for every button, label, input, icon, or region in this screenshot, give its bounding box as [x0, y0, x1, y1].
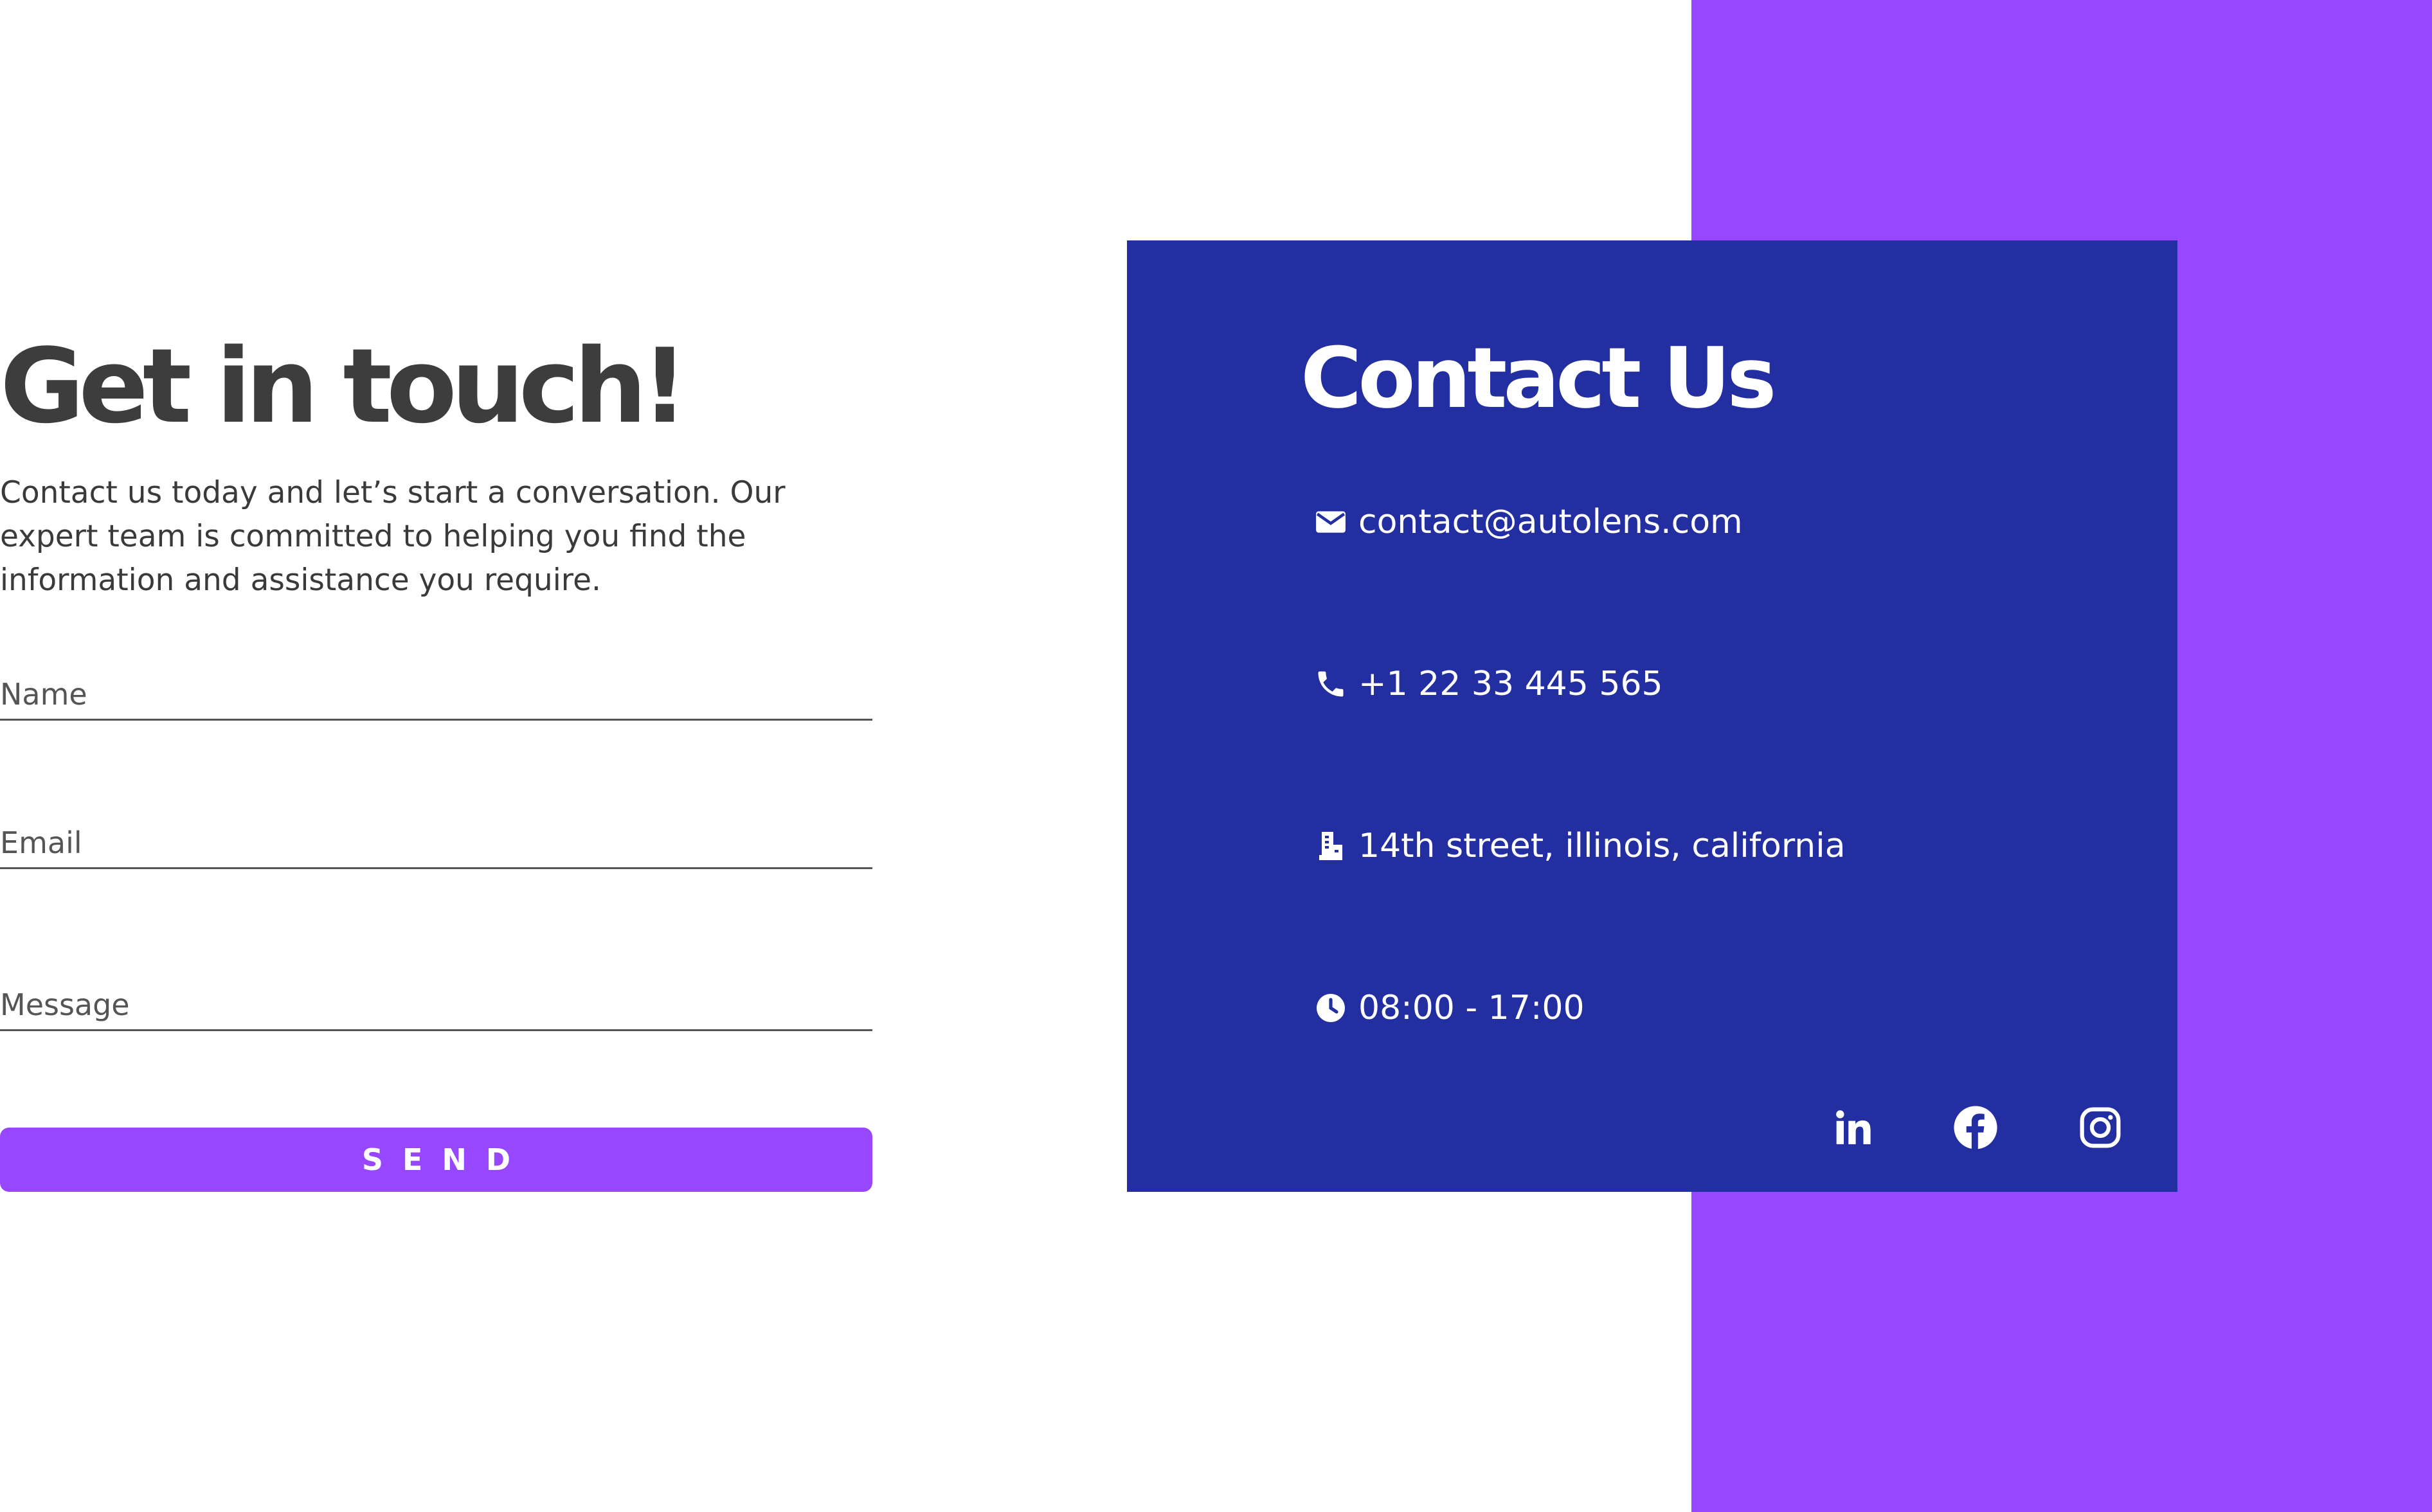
contact-email-row[interactable]: contact@autolens.com — [1313, 496, 1743, 548]
envelope-icon — [1313, 505, 1348, 539]
contact-form-section: Get in touch! Contact us today and let’s… — [0, 0, 874, 1512]
name-field[interactable] — [0, 675, 872, 721]
intro-text: Contact us today and let’s start a conve… — [0, 475, 786, 598]
page-title: Get in touch! — [0, 326, 689, 446]
contact-address-row: 14th street, illinois, california — [1313, 820, 1846, 872]
contact-phone-row[interactable]: +1 22 33 445 565 — [1313, 658, 1663, 710]
contact-address: 14th street, illinois, california — [1358, 827, 1846, 865]
contact-hours: 08:00 - 17:00 — [1358, 989, 1585, 1027]
clock-icon — [1313, 991, 1348, 1025]
contact-email: contact@autolens.com — [1358, 503, 1743, 541]
instagram-icon[interactable] — [2075, 1102, 2126, 1153]
contact-card: Contact Us contact@autolens.com +1 22 33… — [1127, 240, 2177, 1192]
facebook-icon[interactable] — [1950, 1102, 2001, 1153]
phone-icon — [1313, 667, 1348, 701]
email-field[interactable] — [0, 824, 872, 869]
message-field[interactable] — [0, 986, 872, 1031]
contact-hours-row: 08:00 - 17:00 — [1313, 982, 1585, 1034]
contact-card-title: Contact Us — [1301, 329, 1777, 427]
contact-phone: +1 22 33 445 565 — [1358, 665, 1663, 703]
linkedin-icon[interactable] — [1828, 1102, 1879, 1153]
send-button[interactable]: SEND — [0, 1128, 872, 1192]
building-icon — [1313, 829, 1348, 863]
